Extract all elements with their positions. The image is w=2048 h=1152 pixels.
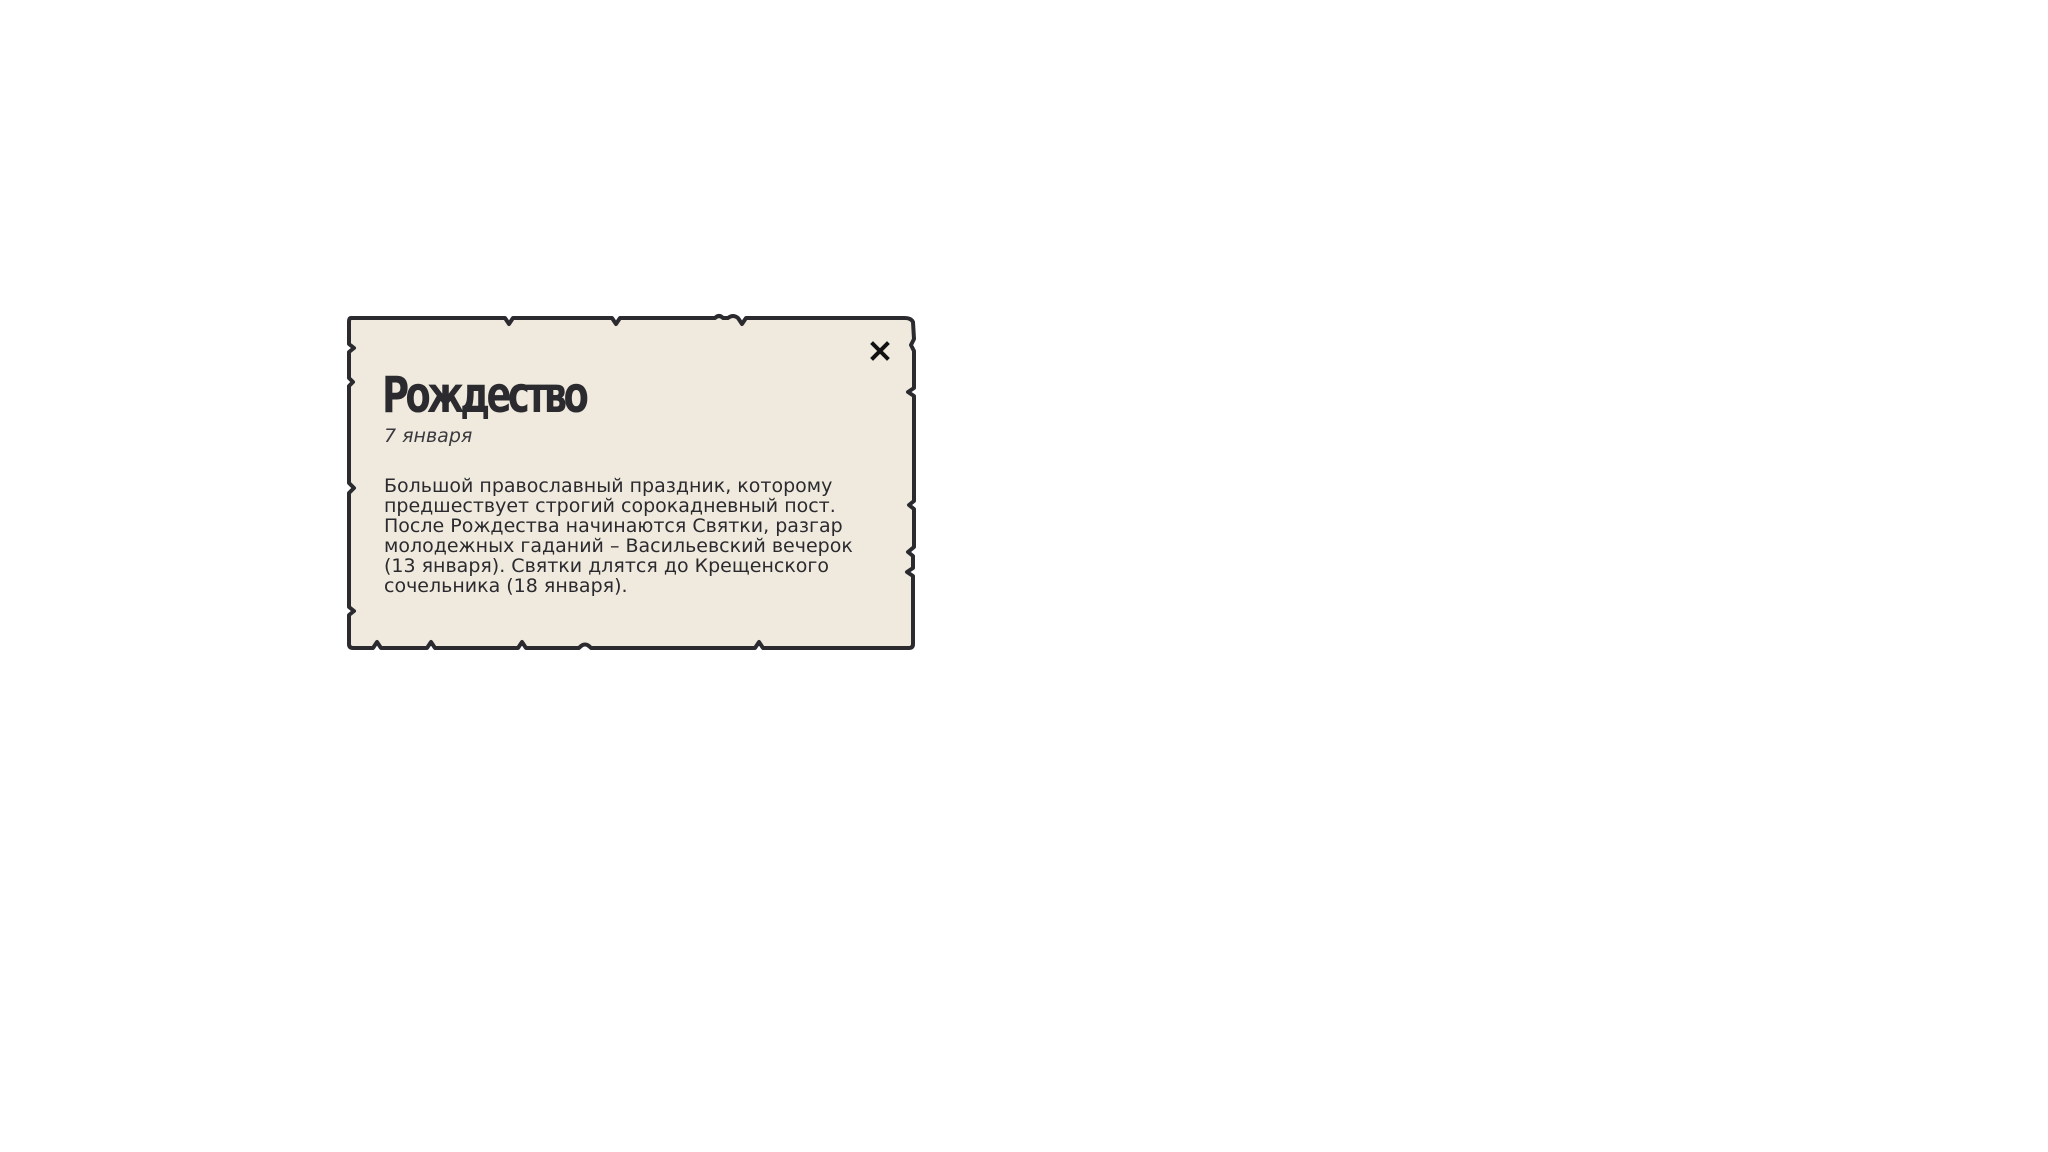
close-icon bbox=[870, 341, 890, 361]
holiday-date: 7 января bbox=[384, 425, 473, 447]
holiday-popup-card: Рождество 7 января Большой православный … bbox=[345, 314, 920, 655]
holiday-description: Большой православный праздник, которому … bbox=[384, 475, 853, 597]
close-button[interactable] bbox=[864, 335, 896, 367]
holiday-title: Рождество bbox=[382, 366, 589, 424]
